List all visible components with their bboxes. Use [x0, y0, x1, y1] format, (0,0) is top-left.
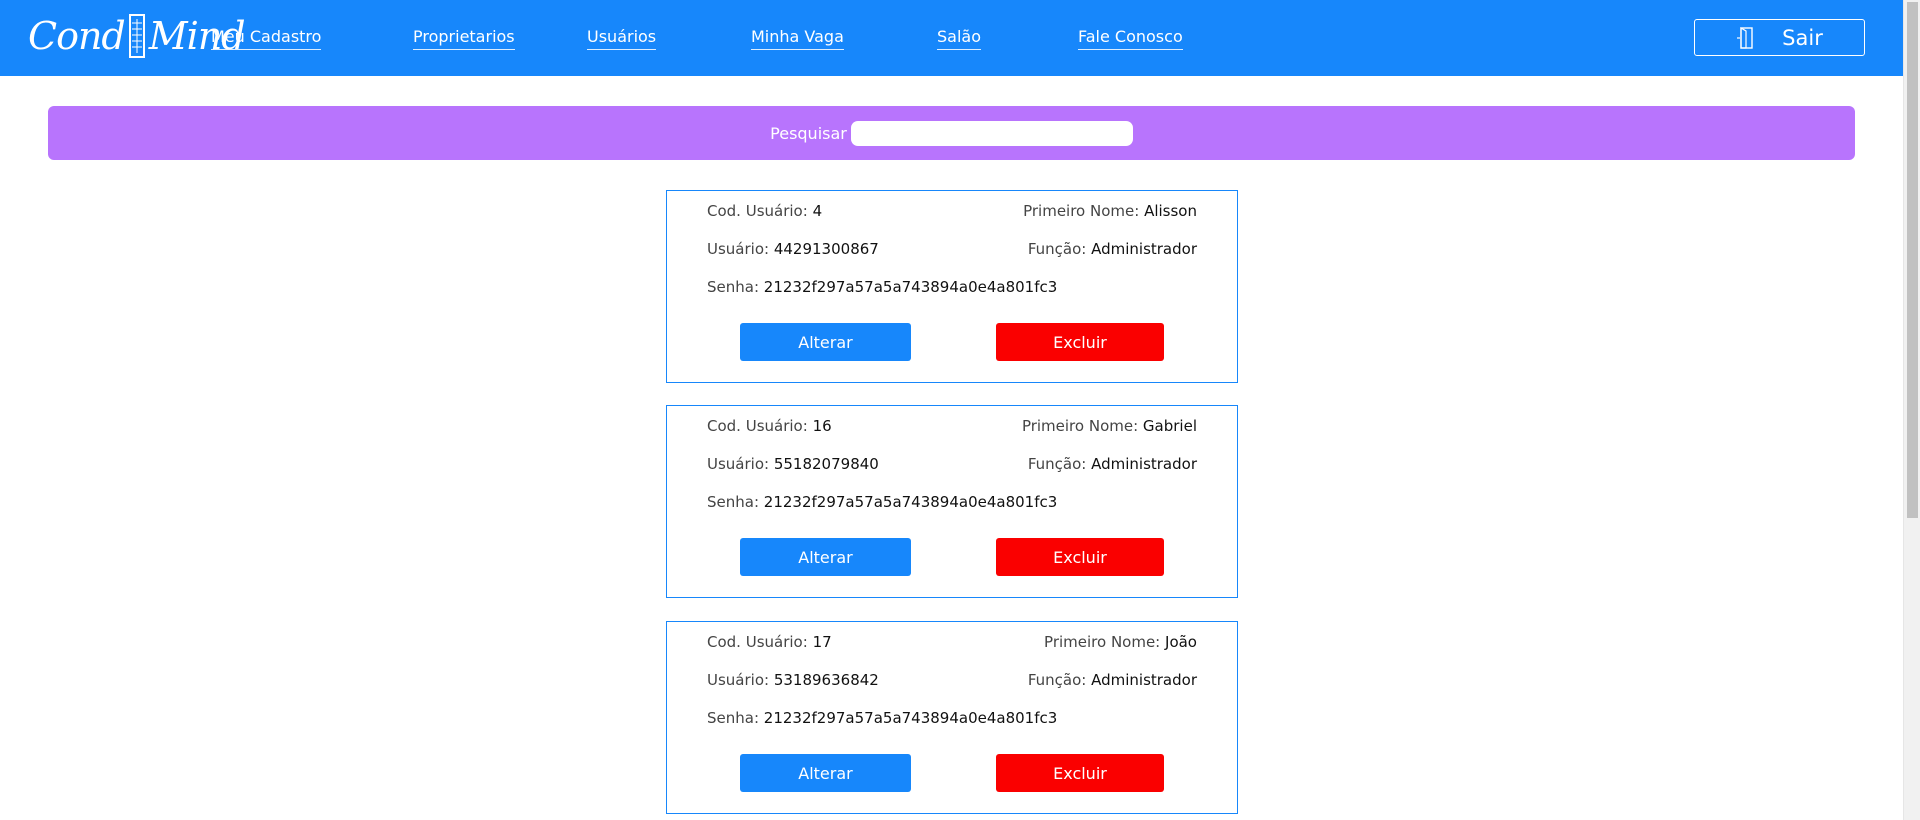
cod-field: Cod. Usuário: 4: [707, 202, 822, 220]
nav-salao[interactable]: Salão: [937, 27, 981, 50]
logo-text-left: Cond: [28, 14, 126, 58]
first-name-field: Primeiro Nome: Gabriel: [1022, 417, 1197, 435]
delete-button[interactable]: Excluir: [996, 538, 1164, 576]
user-card: Cod. Usuário: 16 Primeiro Nome: Gabriel …: [666, 405, 1238, 598]
role-field: Função: Administrador: [1028, 240, 1197, 258]
first-name-field: Primeiro Nome: João: [1044, 633, 1197, 651]
role-label: Função:: [1027, 240, 1087, 258]
cod-value: 4: [812, 202, 823, 220]
password-value: 21232f297a57a5a743894a0e4a801fc3: [763, 493, 1058, 511]
search-label: Pesquisar: [770, 123, 847, 143]
role-field: Função: Administrador: [1028, 671, 1197, 689]
user-label: Usuário:: [707, 240, 770, 258]
password-label: Senha:: [707, 278, 760, 296]
search-input[interactable]: [850, 120, 1133, 146]
first-name-value: Alisson: [1144, 202, 1197, 220]
logout-label: Sair: [1782, 25, 1823, 50]
first-name-label: Primeiro Nome:: [1044, 633, 1161, 651]
role-field: Função: Administrador: [1028, 455, 1197, 473]
password-label: Senha:: [707, 493, 760, 511]
cod-label: Cod. Usuário:: [707, 633, 808, 651]
role-label: Função:: [1027, 455, 1087, 473]
cod-label: Cod. Usuário:: [707, 202, 808, 220]
first-name-label: Primeiro Nome:: [1021, 417, 1139, 435]
nav-minha-vaga[interactable]: Minha Vaga: [751, 27, 844, 50]
password-value: 21232f297a57a5a743894a0e4a801fc3: [763, 709, 1058, 727]
nav-fale-conosco[interactable]: Fale Conosco: [1078, 27, 1183, 50]
password-label: Senha:: [707, 709, 760, 727]
first-name-label: Primeiro Nome:: [1023, 202, 1140, 220]
role-value: Administrador: [1091, 455, 1197, 473]
nav-meu-cadastro[interactable]: Meu Cadastro: [211, 27, 322, 50]
cod-field: Cod. Usuário: 16: [707, 417, 832, 435]
password-value: 21232f297a57a5a743894a0e4a801fc3: [763, 278, 1058, 296]
user-value: 55182079840: [773, 455, 879, 473]
cod-label: Cod. Usuário:: [707, 417, 808, 435]
alter-button[interactable]: Alterar: [740, 323, 911, 361]
user-card: Cod. Usuário: 4 Primeiro Nome: Alisson U…: [666, 190, 1238, 383]
top-navbar: Cond Mind Meu Cadastro Proprietarios Usu…: [0, 0, 1903, 76]
cod-value: 17: [812, 633, 832, 651]
user-field: Usuário: 53189636842: [707, 671, 879, 689]
first-name-field: Primeiro Nome: Alisson: [1023, 202, 1197, 220]
delete-button[interactable]: Excluir: [996, 323, 1164, 361]
cod-field: Cod. Usuário: 17: [707, 633, 832, 651]
password-field: Senha: 21232f297a57a5a743894a0e4a801fc3: [707, 493, 1057, 511]
nav-proprietarios[interactable]: Proprietarios: [413, 27, 515, 50]
password-field: Senha: 21232f297a57a5a743894a0e4a801fc3: [707, 709, 1057, 727]
user-label: Usuário:: [707, 671, 770, 689]
role-value: Administrador: [1091, 671, 1197, 689]
alter-button[interactable]: Alterar: [740, 754, 911, 792]
search-bar: Pesquisar: [48, 106, 1855, 160]
user-card: Cod. Usuário: 17 Primeiro Nome: João Usu…: [666, 621, 1238, 814]
first-name-value: Gabriel: [1142, 417, 1197, 435]
user-field: Usuário: 55182079840: [707, 455, 879, 473]
alter-button[interactable]: Alterar: [740, 538, 911, 576]
role-label: Função:: [1027, 671, 1087, 689]
user-value: 44291300867: [773, 240, 879, 258]
cod-value: 16: [812, 417, 832, 435]
logout-button[interactable]: Sair: [1694, 19, 1865, 56]
building-logo-icon: [128, 14, 145, 58]
user-value: 53189636842: [773, 671, 879, 689]
password-field: Senha: 21232f297a57a5a743894a0e4a801fc3: [707, 278, 1057, 296]
nav-usuarios[interactable]: Usuários: [587, 27, 657, 50]
first-name-value: João: [1165, 633, 1197, 651]
scrollbar-thumb[interactable]: [1907, 2, 1918, 518]
door-exit-icon: [1737, 26, 1753, 49]
user-label: Usuário:: [707, 455, 770, 473]
role-value: Administrador: [1091, 240, 1197, 258]
user-field: Usuário: 44291300867: [707, 240, 879, 258]
vertical-scrollbar[interactable]: [1903, 0, 1920, 820]
delete-button[interactable]: Excluir: [996, 754, 1164, 792]
